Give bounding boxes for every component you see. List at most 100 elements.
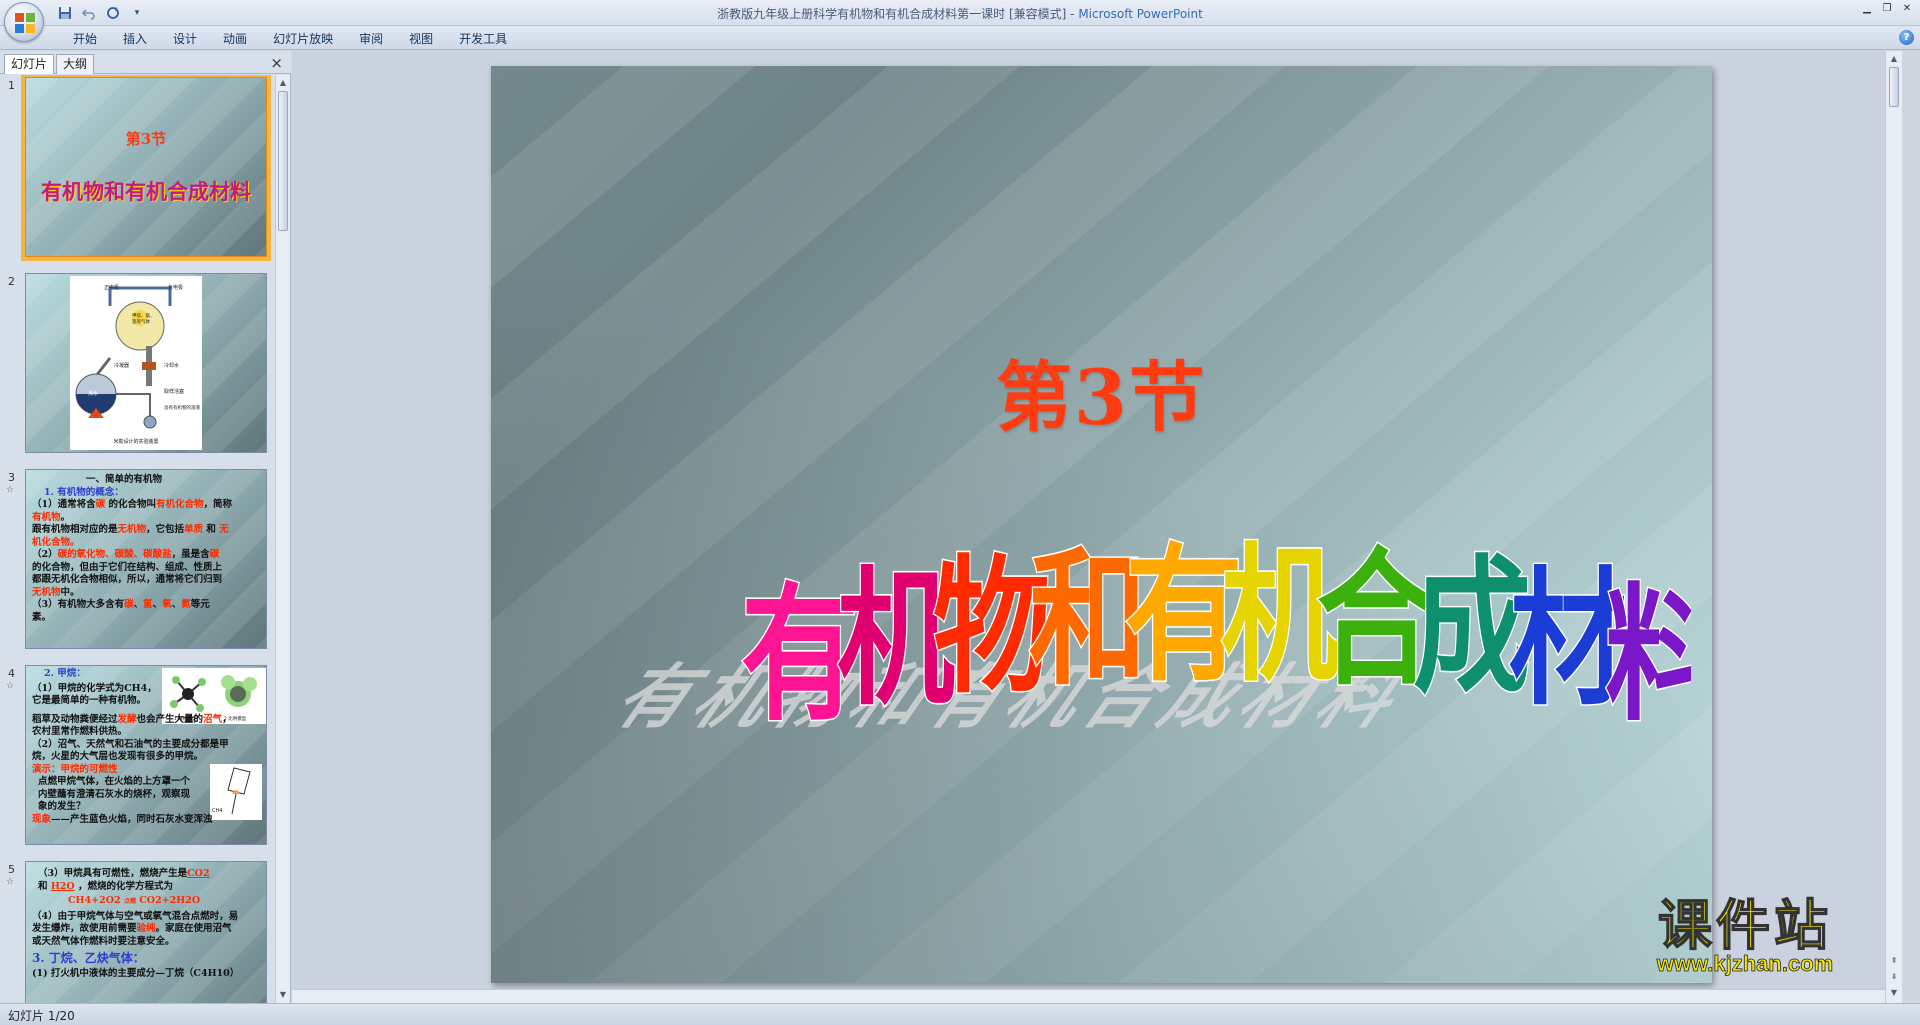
slide-counter: 幻灯片 1/20 <box>8 1009 75 1023</box>
figure-label: 正电极 <box>104 285 120 291</box>
slide-scrollbar[interactable]: ▲ ⇞ ⇟ ▼ <box>1885 51 1902 1003</box>
thumb-line: 象的发生？ <box>38 801 86 812</box>
thumb-line: （3）甲烷具有可燃性，燃烧产生是CO2 <box>38 868 210 879</box>
wordart-char: 料 <box>1605 570 1691 741</box>
scroll-thumb[interactable] <box>278 91 288 231</box>
thumbnail-scrollbar[interactable]: ▲ ▼ <box>275 75 290 1003</box>
figure-label: 取样活塞 <box>164 389 185 395</box>
figure-label: 冷却水 <box>164 363 180 369</box>
thumb-line: （1）通常将含碳 的化合物叫有机化合物，简称 <box>32 499 232 510</box>
thumb-line: 和 H2O ，燃烧的化学方程式为 <box>38 880 173 892</box>
tab-outline[interactable]: 大纲 <box>56 54 95 74</box>
next-slide-icon[interactable]: ⇟ <box>1889 971 1899 983</box>
thumb-line: （4）由于甲烷气体与空气或氧气混合点燃时，易 <box>32 910 239 922</box>
thumb-line: 机化合物。 <box>32 536 80 548</box>
horizontal-scrollbar[interactable] <box>292 989 1885 1003</box>
miller-apparatus-diagram <box>75 286 172 429</box>
tab-insert[interactable]: 插入 <box>110 30 160 48</box>
slides-pane: 幻灯片 大纲 × 1 第3节 有机物和有机合成材料 2 正电极 负电极 甲烷、氨… <box>0 51 291 1003</box>
scroll-down-icon[interactable]: ▼ <box>278 989 288 1001</box>
tab-slideshow[interactable]: 幻灯片放映 <box>260 30 346 48</box>
figure-label: 含有有机物的溶液 <box>164 406 200 411</box>
thumbnail-title: 有机物和有机合成材料 <box>41 179 251 204</box>
scroll-down-icon[interactable]: ▼ <box>1889 987 1899 999</box>
slide-thumbnail-4[interactable]: 1 球棍模型 2 比例模型 CH4 2. 甲烷： （1）甲烷的化学式为CH4， … <box>25 665 267 845</box>
tab-design[interactable]: 设计 <box>160 30 210 48</box>
thumb-line: （2）碳的氧化物、碳酸、碳酸盐，虽是含碳 <box>32 549 220 560</box>
help-icon[interactable]: ? <box>1899 30 1914 45</box>
thumb-line: 1. 有机物的概念： <box>44 486 124 498</box>
thumb-line: 现象——产生蓝色火焰，同时石灰水变浑浊 <box>32 813 213 825</box>
figure-label: 冷凝器 <box>114 363 130 369</box>
thumb-line: 或天然气体作燃料时要注意安全。 <box>32 935 175 947</box>
scroll-up-icon[interactable]: ▲ <box>1889 53 1899 65</box>
slide-subtitle[interactable]: 第3节 <box>491 336 1712 446</box>
window-title-app: Microsoft PowerPoint <box>1078 7 1203 21</box>
tab-slides[interactable]: 幻灯片 <box>4 54 55 74</box>
thumb-line: 无机物中。 <box>32 586 80 598</box>
close-icon[interactable]: ✕ <box>1898 2 1916 16</box>
thumb-line: 的化合物，但由于它们在结构、组成、性质上 <box>32 561 223 573</box>
animation-star-icon: ☆ <box>6 485 15 495</box>
ribbon-tab-bar: 开始 插入 设计 动画 幻灯片放映 审阅 视图 开发工具 ? <box>0 26 1920 50</box>
ribbon-tabs: 开始 插入 设计 动画 幻灯片放映 审阅 视图 开发工具 <box>60 30 520 48</box>
thumbnail-subtitle: 第3节 <box>125 130 167 148</box>
watermark-url: www.kjzhan.com <box>1656 951 1834 977</box>
tab-developer[interactable]: 开发工具 <box>446 30 520 48</box>
thumb-line: 素。 <box>32 611 52 623</box>
slide-editor: 第3节 有机物和有机合成材料 有机物和有机合成材料 ▲ ⇞ ⇟ ▼ 课件站 ww… <box>292 51 1902 1003</box>
minimize-icon[interactable]: ▁ <box>1858 2 1876 16</box>
thumbnail-list: 1 第3节 有机物和有机合成材料 2 正电极 负电极 甲烷、氨、氢等气体 冷凝器… <box>0 75 274 1003</box>
pane-close-icon[interactable]: × <box>270 54 283 72</box>
thumb-line: 它是最简单的一种有机物。 <box>32 695 147 706</box>
thumb-line: 内壁蘸有澄清石灰水的烧杯，观察现 <box>38 788 191 800</box>
scroll-up-icon[interactable]: ▲ <box>278 77 288 89</box>
prev-slide-icon[interactable]: ⇞ <box>1889 955 1899 967</box>
title-bar: ▾ 浙教版九年级上册科学有机物和有机合成材料第一课时 [兼容模式] - Micr… <box>0 0 1920 26</box>
thumb-line: 点燃甲烷气体，在火焰的上方罩一个 <box>38 776 191 787</box>
thumbnail-background <box>26 78 266 256</box>
animation-star-icon: ☆ <box>6 877 15 887</box>
thumbnail-body: 2. 甲烷： （1）甲烷的化学式为CH4， 它是最简单的一种有机物。 稻草及动物… <box>32 668 262 826</box>
watermark-logo: 课件站 www.kjzhan.com <box>1610 893 1880 985</box>
slide-thumbnail-5[interactable]: （3）甲烷具有可燃性，燃烧产生是CO2 和 H2O ，燃烧的化学方程式为 CH4… <box>25 861 267 1003</box>
thumb-line: (1) 打火机中液体的主要成分—丁烷（C4H10） <box>32 968 240 979</box>
thumb-line: 跟有机物相对应的是无机物，它包括单质 和 无 <box>32 524 229 535</box>
figure-caption: 米勒设计的实验装置 <box>113 439 159 445</box>
figure-label: 沸水 <box>88 391 99 397</box>
thumb-line: 3. 丁烷、乙炔气体： <box>32 951 145 965</box>
thumb-line: 一、简单的有机物 <box>86 474 163 485</box>
office-logo-icon <box>15 13 35 33</box>
office-button[interactable] <box>4 2 44 42</box>
thumb-line: （3）有机物大多含有碳、氢、氧、氮等元 <box>32 599 210 610</box>
window-controls: ▁ ❐ ✕ <box>1858 2 1916 16</box>
miller-apparatus-figure: 正电极 负电极 甲烷、氨、氢等气体 冷凝器 冷却水 取样活塞 沸水 含有有机物的… <box>70 276 202 450</box>
slide-thumbnail-3[interactable]: 一、简单的有机物 1. 有机物的概念： （1）通常将含碳 的化合物叫有机化合物，… <box>25 469 267 649</box>
slide-background-shade <box>491 66 1712 983</box>
thumb-line: （1）甲烷的化学式为CH4， <box>32 682 157 694</box>
tab-review[interactable]: 审阅 <box>346 30 396 48</box>
thumbnail-body: 一、简单的有机物 1. 有机物的概念： （1）通常将含碳 的化合物叫有机化合物，… <box>32 474 262 624</box>
current-slide[interactable]: 第3节 有机物和有机合成材料 有机物和有机合成材料 <box>491 66 1712 983</box>
slide-title-wordart[interactable]: 有机物和有机合成材料 <box>691 536 1691 756</box>
window-title-doc: 浙教版九年级上册科学有机物和有机合成材料第一课时 [兼容模式] - <box>717 7 1079 21</box>
slide-thumbnail-2[interactable]: 正电极 负电极 甲烷、氨、氢等气体 冷凝器 冷却水 取样活塞 沸水 含有有机物的… <box>25 273 267 453</box>
pane-tabs: 幻灯片 大纲 × <box>0 51 291 74</box>
tab-home[interactable]: 开始 <box>60 30 110 48</box>
thumb-line: 稻草及动物粪便经过发酵也会产生大量的沼气， <box>32 713 232 725</box>
thumb-line: 都跟无机化合物相似，所以，通常将它们归到 <box>32 574 223 585</box>
watermark-title: 课件站 <box>1657 893 1832 957</box>
thumb-line: 2. 甲烷： <box>44 668 86 679</box>
tab-animations[interactable]: 动画 <box>210 30 260 48</box>
thumb-line: （2）沼气、天然气和石油气的主要成分都是甲 <box>32 738 229 750</box>
slide-thumbnail-1[interactable]: 第3节 有机物和有机合成材料 <box>21 75 271 261</box>
tab-view[interactable]: 视图 <box>396 30 446 48</box>
window-title: 浙教版九年级上册科学有机物和有机合成材料第一课时 [兼容模式] - Micros… <box>0 5 1920 22</box>
thumbnail-body: （3）甲烷具有可燃性，燃烧产生是CO2 和 H2O ，燃烧的化学方程式为 CH4… <box>32 868 262 981</box>
thumb-line: 有机物。 <box>32 511 71 523</box>
restore-icon[interactable]: ❐ <box>1878 2 1896 16</box>
scroll-thumb[interactable] <box>1889 67 1899 107</box>
thumbnail-number: 3 <box>8 471 15 484</box>
thumbnail-number: 1 <box>8 79 15 92</box>
animation-star-icon: ☆ <box>6 681 15 691</box>
